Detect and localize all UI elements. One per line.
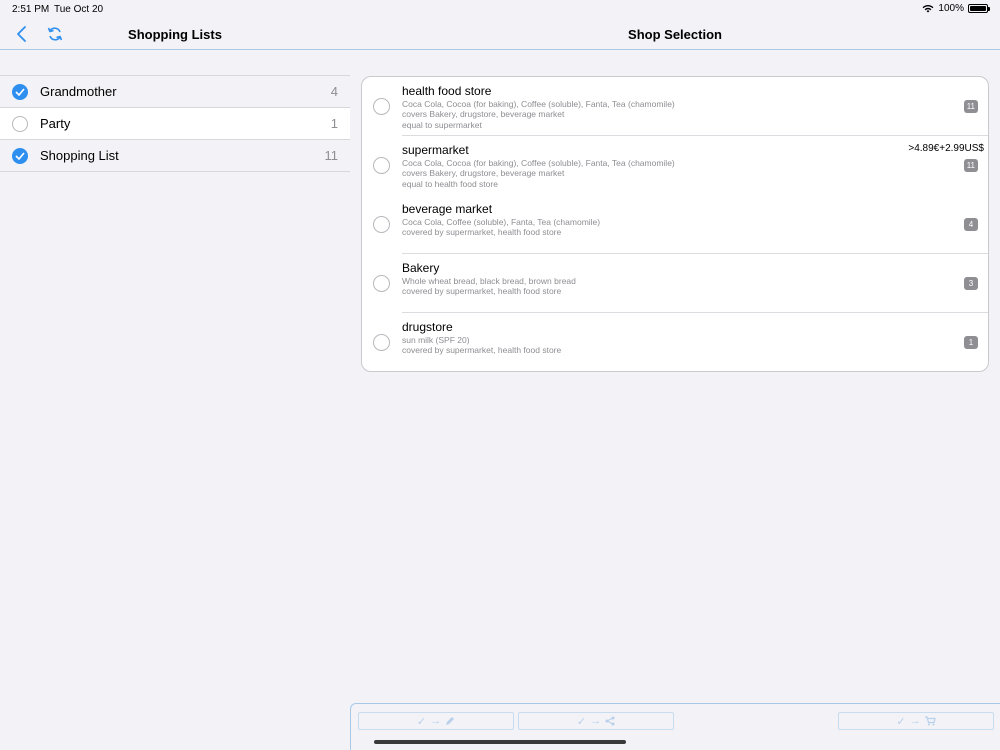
shop-items: Coca Cola, Cocoa (for baking), Coffee (s…: [402, 158, 675, 168]
battery-fill: [970, 6, 986, 11]
radio-button[interactable]: [373, 98, 390, 115]
status-bar: 2:51 PM Tue Oct 20 100%: [0, 0, 1000, 18]
shop-row-beverage-market[interactable]: beverage market Coca Cola, Coffee (solub…: [362, 195, 988, 254]
item-count-badge: 3: [964, 277, 978, 290]
list-item-count: 1: [330, 116, 338, 131]
shop-selection-title: Shop Selection: [628, 27, 722, 42]
battery-icon: [968, 4, 990, 13]
radio-button[interactable]: [373, 216, 390, 233]
item-count-badge: 1: [964, 336, 978, 349]
shop-name: Bakery: [402, 261, 440, 275]
shop-equivalence: equal to supermarket: [402, 120, 482, 130]
shop-row-health-food-store[interactable]: health food store Coca Cola, Cocoa (for …: [362, 77, 988, 136]
shop-coverage: covered by supermarket, health food stor…: [402, 345, 562, 355]
checkmark-icon: ✓: [896, 715, 906, 728]
checkmark-icon: ✓: [576, 715, 587, 728]
shop-name: beverage market: [402, 202, 493, 216]
checked-icon[interactable]: [12, 147, 28, 164]
shop-coverage: covers Bakery, drugstore, beverage marke…: [402, 109, 565, 119]
shop-row-supermarket[interactable]: supermarket Coca Cola, Cocoa (for baking…: [362, 136, 988, 195]
shop-name: health food store: [402, 84, 492, 98]
check-cart-button[interactable]: ✓ →: [838, 712, 994, 730]
shop-items: Coca Cola, Cocoa (for baking), Coffee (s…: [402, 99, 675, 109]
status-indicators: 100%: [922, 3, 990, 14]
checkmark-icon: ✓: [416, 715, 427, 728]
list-item-count: 4: [330, 84, 338, 99]
shop-items: Whole wheat bread, black bread, brown br…: [402, 276, 576, 286]
shop-price: >4.89€+2.99US$: [908, 143, 984, 154]
shop-name: drugstore: [402, 320, 453, 334]
wifi-icon: [923, 4, 934, 13]
shop-coverage: covered by supermarket, health food stor…: [402, 227, 562, 237]
check-edit-button[interactable]: ✓ →: [358, 712, 514, 730]
shop-items: sun milk (SPF 20): [402, 335, 470, 345]
list-item-label: Shopping List: [40, 148, 119, 163]
unchecked-icon[interactable]: [12, 115, 28, 132]
checked-icon[interactable]: [12, 83, 28, 100]
list-item-party[interactable]: Party 1: [0, 108, 350, 140]
radio-button[interactable]: [373, 157, 390, 174]
shop-coverage: covers Bakery, drugstore, beverage marke…: [402, 168, 565, 178]
shop-selection-list: health food store Coca Cola, Cocoa (for …: [361, 76, 989, 372]
navigation-bar: Shopping Lists Shop Selection: [0, 18, 1000, 50]
list-item-shopping-list[interactable]: Shopping List 11: [0, 140, 350, 172]
shop-name: supermarket: [402, 143, 469, 157]
shopping-lists: Grandmother 4 Party 1 Shopping List 11: [0, 75, 350, 172]
list-item-count: 11: [324, 148, 339, 163]
home-indicator: [374, 740, 626, 744]
battery-percent: 100%: [938, 3, 964, 14]
check-share-button[interactable]: ✓ →: [518, 712, 674, 730]
shop-row-drugstore[interactable]: drugstore sun milk (SPF 20) covered by s…: [362, 313, 988, 371]
cart-icon: [924, 716, 936, 726]
arrow-right-icon: →: [430, 715, 442, 727]
shop-items: Coca Cola, Coffee (soluble), Fanta, Tea …: [402, 217, 601, 227]
shop-coverage: covered by supermarket, health food stor…: [402, 286, 562, 296]
shop-equivalence: equal to health food store: [402, 179, 498, 189]
shopping-lists-title: Shopping Lists: [128, 27, 222, 42]
radio-button[interactable]: [373, 275, 390, 292]
status-date: Tue Oct 20: [54, 4, 104, 15]
item-count-badge: 11: [963, 100, 978, 113]
shop-row-bakery[interactable]: Bakery Whole wheat bread, black bread, b…: [362, 254, 988, 313]
list-item-label: Grandmother: [40, 84, 117, 99]
radio-button[interactable]: [373, 334, 390, 351]
list-item-grandmother[interactable]: Grandmother 4: [0, 76, 350, 108]
share-icon: [605, 716, 615, 726]
item-count-badge: 11: [963, 159, 978, 172]
arrow-right-icon: →: [909, 715, 921, 727]
status-time: 2:51 PM: [12, 4, 50, 15]
pencil-icon: [446, 717, 455, 725]
item-count-badge: 4: [964, 218, 978, 231]
arrow-right-icon: →: [590, 715, 602, 727]
list-item-label: Party: [40, 116, 71, 131]
